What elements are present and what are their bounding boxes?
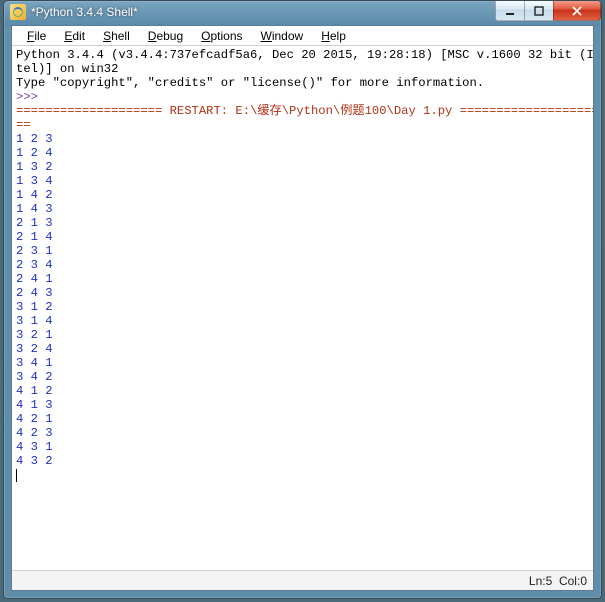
shell-output[interactable]: Python 3.4.4 (v3.4.4:737efcadf5a6, Dec 2… xyxy=(12,46,593,570)
output-line: 4 3 2 xyxy=(16,454,53,468)
output-line: 1 3 2 xyxy=(16,160,53,174)
output-line: 4 1 2 xyxy=(16,384,53,398)
window-buttons xyxy=(496,1,601,21)
output-line: 1 2 3 xyxy=(16,132,53,146)
output-line: 4 1 3 xyxy=(16,398,53,412)
output-line: 1 3 4 xyxy=(16,174,53,188)
output-line: 1 4 2 xyxy=(16,188,53,202)
output-line: 2 3 4 xyxy=(16,258,53,272)
menu-window[interactable]: Window xyxy=(252,27,313,45)
output-line: 3 2 1 xyxy=(16,328,53,342)
python-icon xyxy=(10,4,26,20)
text-caret xyxy=(16,469,17,482)
prompt: >>> xyxy=(16,90,45,104)
output-line: 4 2 3 xyxy=(16,426,53,440)
output-line: 4 3 1 xyxy=(16,440,53,454)
client-area: File Edit Shell Debug Options Window Hel… xyxy=(11,25,594,591)
menu-shell[interactable]: Shell xyxy=(94,27,139,45)
output-line: 3 1 2 xyxy=(16,300,53,314)
menu-help[interactable]: Help xyxy=(312,27,355,45)
menu-options[interactable]: Options xyxy=(192,27,251,45)
intro-line: Python 3.4.4 (v3.4.4:737efcadf5a6, Dec 2… xyxy=(16,48,593,62)
titlebar[interactable]: *Python 3.4.4 Shell* xyxy=(4,1,601,23)
output-line: 3 1 4 xyxy=(16,314,53,328)
output-line: 2 4 3 xyxy=(16,286,53,300)
menu-debug[interactable]: Debug xyxy=(139,27,192,45)
output-line: 2 1 3 xyxy=(16,216,53,230)
output-line: 4 2 1 xyxy=(16,412,53,426)
status-ln-value: 5 xyxy=(546,574,553,588)
status-ln-label: Ln: xyxy=(529,574,546,588)
output-line: 2 1 4 xyxy=(16,230,53,244)
status-col-value: 0 xyxy=(580,574,587,588)
output-line: 3 4 2 xyxy=(16,370,53,384)
restart-banner: ==================== RESTART: E:\缓存\Pyth… xyxy=(16,104,593,118)
menu-file[interactable]: File xyxy=(18,27,55,45)
maximize-button[interactable] xyxy=(524,1,554,21)
output-line: 1 2 4 xyxy=(16,146,53,160)
output-line: 3 4 1 xyxy=(16,356,53,370)
minimize-button[interactable] xyxy=(495,1,525,21)
status-col-label: Col: xyxy=(559,574,580,588)
intro-line: tel)] on win32 xyxy=(16,62,118,76)
menubar: File Edit Shell Debug Options Window Hel… xyxy=(12,26,593,46)
intro-line: Type "copyright", "credits" or "license(… xyxy=(16,76,484,90)
output-line: 2 3 1 xyxy=(16,244,53,258)
output-line: 3 2 4 xyxy=(16,342,53,356)
close-button[interactable] xyxy=(553,1,601,21)
restart-banner-tail: == xyxy=(16,118,31,132)
output-line: 1 4 3 xyxy=(16,202,53,216)
output-line: 2 4 1 xyxy=(16,272,53,286)
python-shell-window: *Python 3.4.4 Shell* File Edit Shell Deb… xyxy=(3,0,602,599)
statusbar: Ln: 5 Col: 0 xyxy=(12,570,593,590)
menu-edit[interactable]: Edit xyxy=(55,27,94,45)
